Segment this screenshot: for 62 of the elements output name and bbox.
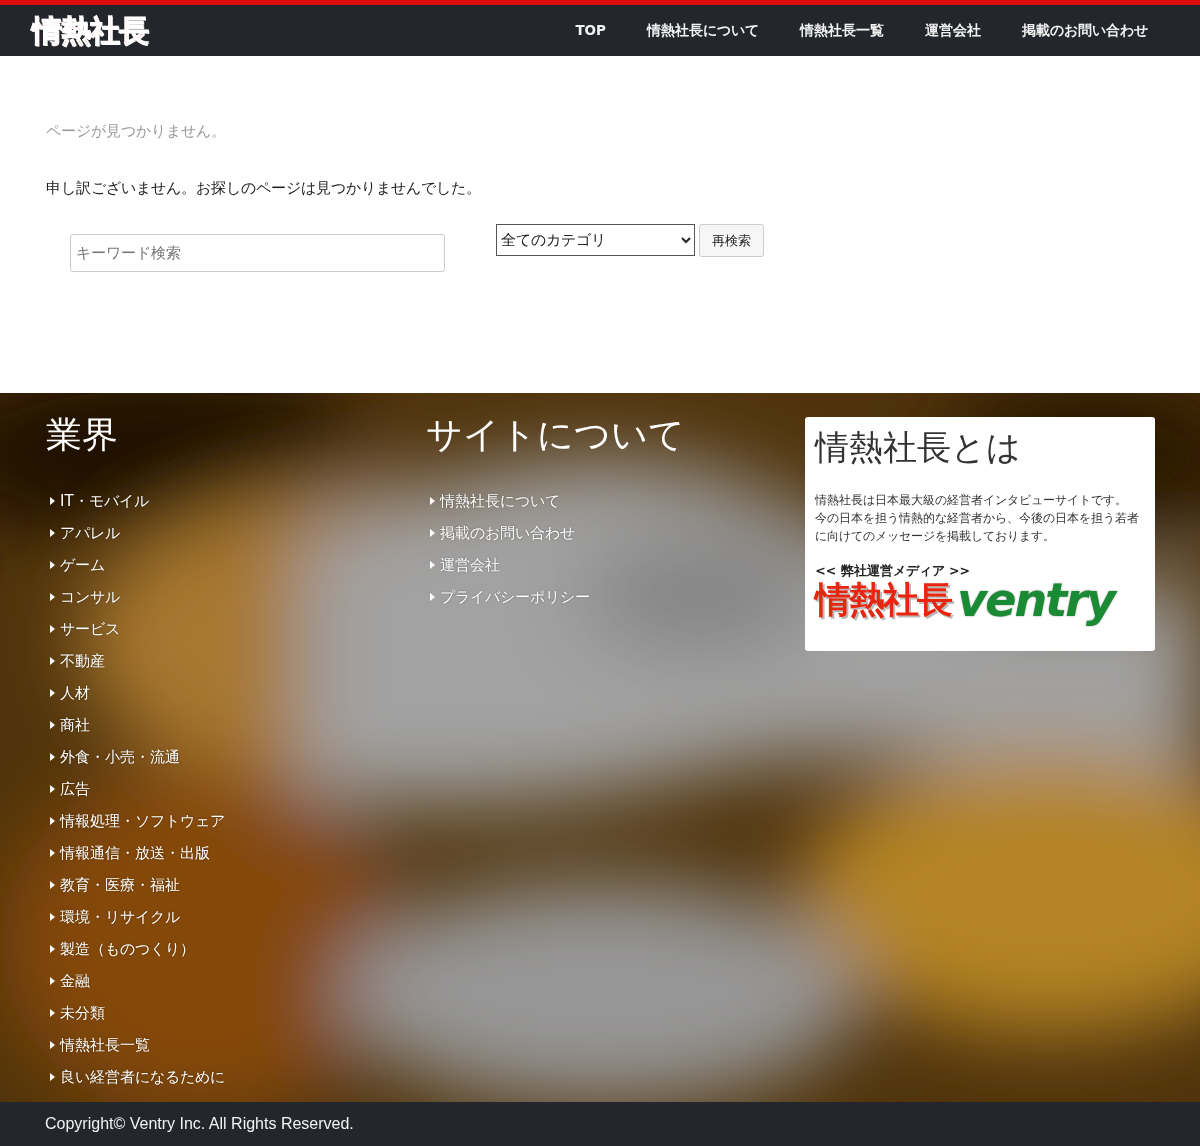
- nav-link[interactable]: 情熱社長について: [647, 21, 759, 40]
- footer-link[interactable]: 人材: [60, 683, 90, 703]
- caret-icon: [50, 625, 55, 633]
- caret-icon: [50, 497, 55, 505]
- footer-heading: サイトについて: [425, 413, 686, 457]
- caret-icon: [50, 1041, 55, 1049]
- footer-link[interactable]: 広告: [60, 779, 90, 799]
- caret-icon: [50, 881, 55, 889]
- card-heading: 情熱社長とは: [815, 426, 1023, 469]
- caret-icon: [50, 977, 55, 985]
- caret-icon: [429, 529, 435, 537]
- caret-icon: [50, 689, 55, 697]
- footer-link[interactable]: 情報処理・ソフトウェア: [60, 811, 225, 831]
- media-label: << 弊社運営メディア >>: [815, 564, 971, 578]
- caret-icon: [50, 721, 55, 729]
- footer-link[interactable]: アパレル: [60, 523, 120, 543]
- footer-link[interactable]: 金融: [60, 971, 90, 991]
- footer-link[interactable]: 製造（ものつくり）: [60, 939, 195, 959]
- search-button[interactable]: 再検索: [699, 224, 764, 257]
- keyword-search-field[interactable]: キーワード検索: [70, 234, 445, 272]
- card-text: 今の日本を担う情熱的な経営者から、今後の日本を担う若者に向けてのメッセージを掲載しております。: [815, 510, 1141, 545]
- footer-link[interactable]: 教育・医療・福祉: [60, 875, 180, 895]
- footer-link[interactable]: 情熱社長について: [439, 491, 560, 511]
- site-logo[interactable]: 情熱社長: [32, 15, 148, 46]
- copyright-text: Copyright© Ventry Inc. All Rights Reserved.: [45, 1115, 354, 1133]
- footer-heading: 業界: [46, 413, 119, 457]
- nav-link[interactable]: 運営会社: [925, 21, 981, 40]
- caret-icon: [50, 1009, 55, 1017]
- nav-link[interactable]: TOP: [575, 21, 606, 40]
- caret-icon: [50, 561, 55, 569]
- footer-link[interactable]: ゲーム: [60, 555, 105, 575]
- caret-icon: [50, 657, 55, 665]
- footer-link[interactable]: 未分類: [60, 1003, 105, 1023]
- footer-link[interactable]: 良い経営者になるために: [60, 1067, 225, 1087]
- media-logo[interactable]: 情熱社長: [815, 578, 952, 622]
- caret-icon: [50, 849, 55, 857]
- footer-link[interactable]: 外食・小売・流通: [60, 747, 180, 767]
- caret-icon: [50, 593, 55, 601]
- footer-link[interactable]: IT・モバイル: [60, 491, 149, 511]
- footer-link[interactable]: 情報通信・放送・出版: [60, 843, 210, 863]
- caret-icon: [429, 497, 435, 505]
- caret-icon: [429, 593, 435, 601]
- footer-link[interactable]: コンサル: [60, 587, 120, 607]
- footer-link[interactable]: 環境・リサイクル: [60, 907, 180, 927]
- footer-link[interactable]: サービス: [60, 619, 120, 639]
- caret-icon: [429, 561, 435, 569]
- card-text: 情熱社長は日本最大級の経営者インタビューサイトです。: [815, 492, 1129, 509]
- category-select[interactable]: 全てのカテゴリ: [496, 224, 695, 256]
- nav-link[interactable]: 掲載のお問い合わせ: [1022, 21, 1148, 40]
- caret-icon: [50, 529, 55, 537]
- nav-link[interactable]: 情熱社長一覧: [800, 21, 884, 40]
- caret-icon: [50, 817, 55, 825]
- caret-icon: [50, 1073, 55, 1081]
- caret-icon: [50, 785, 55, 793]
- error-message: 申し訳ございません。お探しのページは見つかりませんでした。: [46, 179, 482, 198]
- footer-link[interactable]: 情熱社長一覧: [60, 1035, 150, 1055]
- page-title: ページが見つかりません。: [46, 121, 227, 141]
- caret-icon: [50, 945, 55, 953]
- footer-link[interactable]: 不動産: [60, 651, 105, 671]
- footer-link[interactable]: 商社: [60, 715, 90, 735]
- caret-icon: [50, 753, 55, 761]
- caret-icon: [50, 913, 55, 921]
